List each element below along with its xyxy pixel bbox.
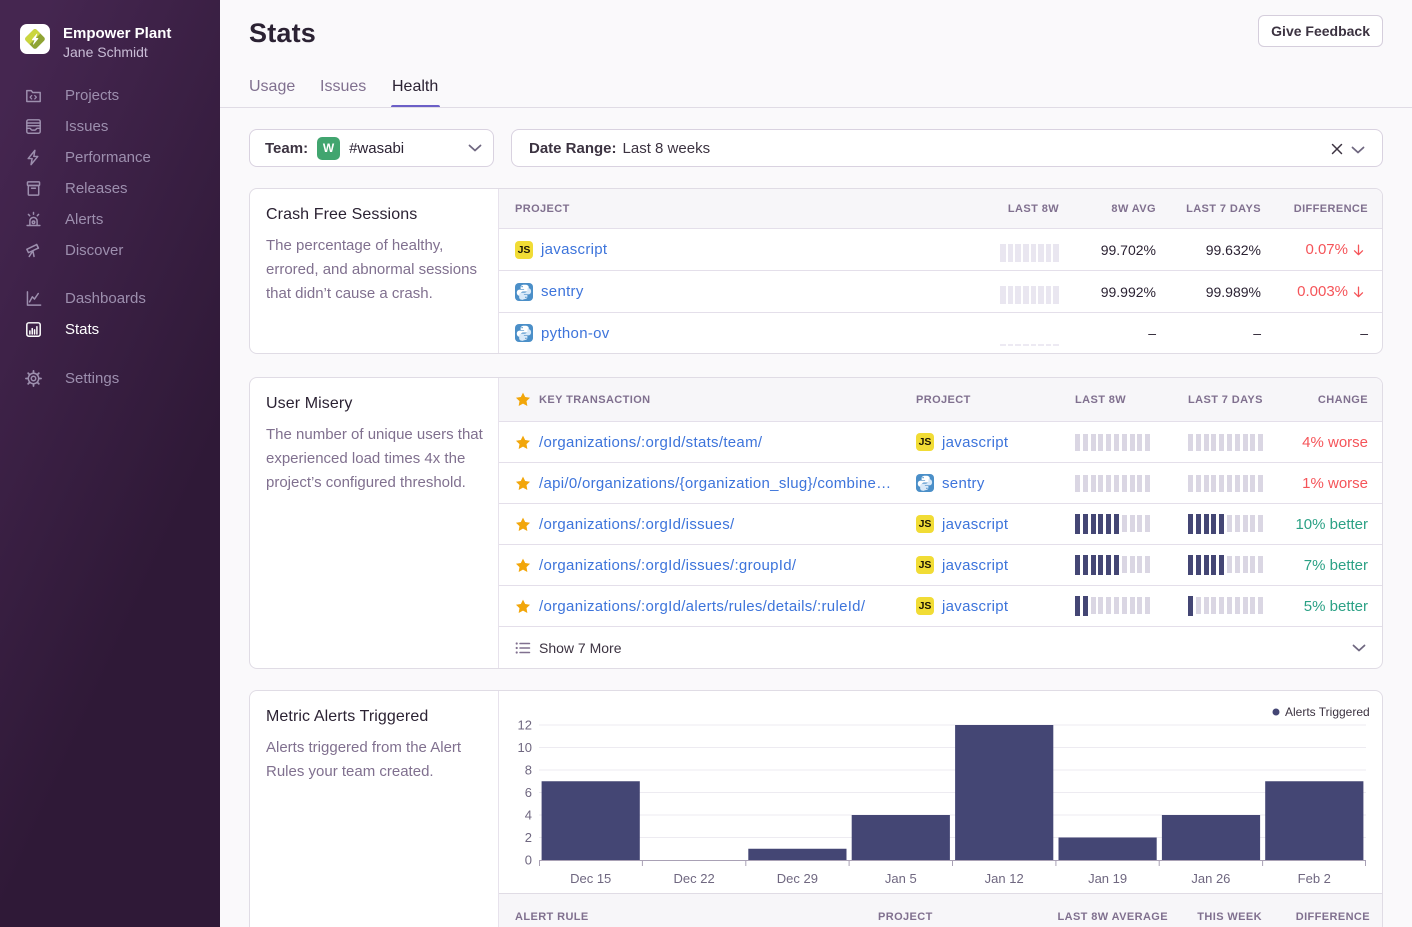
svg-text:6: 6 [525,785,532,800]
svg-text:Feb 2: Feb 2 [1298,871,1331,886]
svg-text:10: 10 [518,740,532,755]
svg-text:4: 4 [525,808,532,823]
svg-text:Jan 26: Jan 26 [1191,871,1230,886]
svg-text:Jan 5: Jan 5 [885,871,917,886]
svg-text:8: 8 [525,763,532,778]
svg-text:Jan 19: Jan 19 [1088,871,1127,886]
svg-text:Alerts Triggered: Alerts Triggered [1285,705,1370,719]
svg-text:0: 0 [525,853,532,868]
svg-text:Dec 22: Dec 22 [673,871,714,886]
svg-text:Jan 12: Jan 12 [985,871,1024,886]
svg-text:Dec 29: Dec 29 [777,871,818,886]
svg-text:12: 12 [518,718,532,733]
svg-text:2: 2 [525,830,532,845]
svg-text:Dec 15: Dec 15 [570,871,611,886]
